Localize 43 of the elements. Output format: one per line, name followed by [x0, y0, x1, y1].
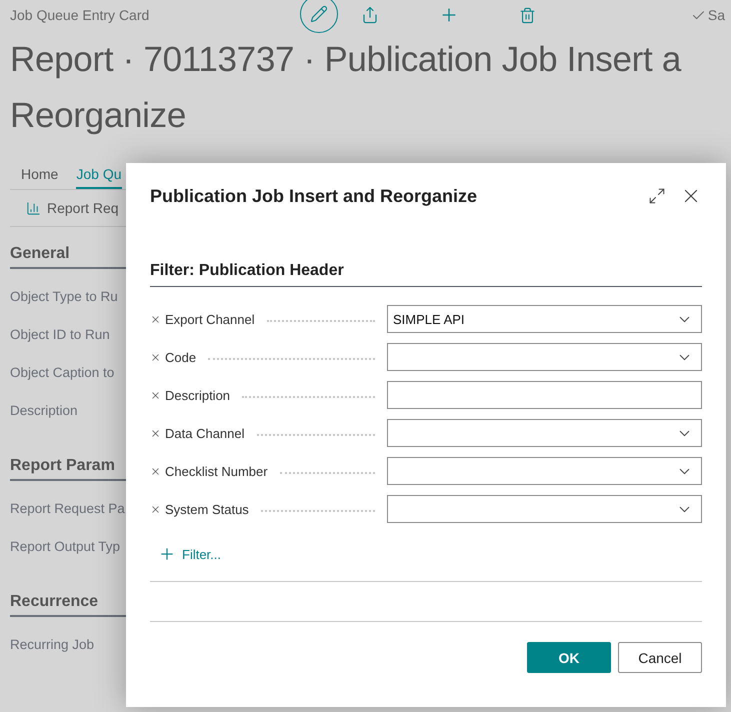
field-label: Recurring Job — [10, 636, 94, 654]
share-icon[interactable] — [361, 6, 379, 24]
dropdown-field[interactable]: SIMPLE API — [387, 305, 702, 333]
filter-label: Checklist Number — [165, 464, 268, 478]
field-label: Report Request Pa — [10, 500, 125, 518]
filter-label: Data Channel — [165, 426, 244, 440]
dropdown-field[interactable] — [387, 495, 702, 523]
edit-button[interactable] — [300, 0, 338, 33]
field-label: Description — [10, 402, 78, 420]
input-field[interactable] — [387, 381, 702, 409]
add-filter-link[interactable]: Filter... — [158, 545, 222, 563]
filter-label: Export Channel — [165, 312, 255, 326]
page-title: Report · 70113737 · Publication Job Insert a — [9, 39, 682, 81]
tab[interactable]: Home — [21, 166, 58, 189]
filter-heading: Filter: Publication Header — [150, 262, 702, 287]
dropdown-field[interactable] — [387, 457, 702, 485]
report-icon — [26, 200, 41, 216]
dropdown-field[interactable] — [387, 419, 702, 447]
filter-label: Code — [165, 350, 196, 364]
pencil-icon — [310, 5, 328, 23]
tab[interactable]: Job Qu — [76, 166, 122, 189]
remove-filter-icon[interactable] — [150, 428, 161, 438]
filter-label: Description — [165, 388, 230, 402]
page-title: Reorganize — [9, 95, 187, 137]
expand-icon[interactable] — [648, 187, 666, 205]
dropdown-field[interactable] — [387, 343, 702, 371]
field-label: Object Caption to — [10, 364, 114, 382]
remove-filter-icon[interactable] — [150, 352, 161, 362]
field-label: Report Output Typ — [10, 538, 120, 556]
dialog-title: Publication Job Insert and Reorganize — [150, 186, 478, 206]
field-label: Object Type to Ru — [10, 288, 118, 306]
report-request-action[interactable]: Report Req — [47, 200, 119, 216]
breadcrumb: Job Queue Entry Card — [10, 7, 150, 23]
delete-icon[interactable] — [519, 6, 536, 24]
remove-filter-icon[interactable] — [150, 504, 161, 514]
cancel-button[interactable]: Cancel — [618, 642, 702, 673]
remove-filter-icon[interactable] — [150, 314, 161, 324]
field-label: Object ID to Run — [10, 326, 110, 344]
filter-label: System Status — [165, 502, 249, 516]
remove-filter-icon[interactable] — [150, 466, 161, 476]
save-button[interactable]: Sa — [690, 7, 725, 23]
ok-button[interactable]: OK — [527, 642, 611, 673]
remove-filter-icon[interactable] — [150, 390, 161, 400]
